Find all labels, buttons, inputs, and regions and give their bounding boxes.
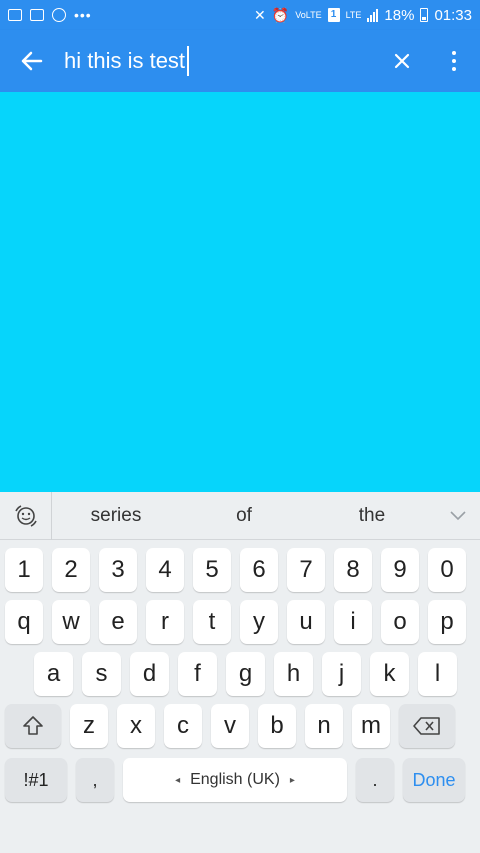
key-e[interactable]: e — [99, 600, 137, 644]
key-d[interactable]: d — [130, 652, 169, 696]
key-b[interactable]: b — [258, 704, 296, 748]
status-bar: ••• ✕ ⏰ VoLTE 1 LTE 18% 01:33 — [0, 0, 480, 30]
key-t[interactable]: t — [193, 600, 231, 644]
key-m[interactable]: m — [352, 704, 390, 748]
more-notifications-icon: ••• — [74, 7, 92, 23]
battery-icon — [420, 8, 429, 22]
search-toolbar: hi this is test — [0, 30, 480, 92]
key-n[interactable]: n — [305, 704, 343, 748]
key-c[interactable]: c — [164, 704, 202, 748]
search-query-text: hi this is test — [64, 48, 186, 73]
suggestion-bar: series of the — [0, 491, 480, 540]
comma-key[interactable]: , — [76, 758, 114, 802]
back-arrow-icon[interactable] — [0, 30, 64, 92]
key-l[interactable]: l — [418, 652, 457, 696]
more-options-icon[interactable] — [428, 30, 480, 92]
clock: 01:33 — [434, 6, 472, 24]
shift-icon — [23, 716, 43, 735]
mute-icon: ✕ — [254, 6, 266, 23]
gallery-icon — [8, 9, 22, 21]
shift-key[interactable] — [5, 704, 61, 748]
key-h[interactable]: h — [274, 652, 313, 696]
letter-row-2: a s d f g h j k l — [0, 652, 480, 696]
text-cursor — [187, 46, 190, 76]
done-key[interactable]: Done — [403, 758, 465, 802]
key-0[interactable]: 0 — [428, 548, 466, 592]
number-row: 1 2 3 4 5 6 7 8 9 0 — [0, 548, 480, 592]
key-p[interactable]: p — [428, 600, 466, 644]
key-8[interactable]: 8 — [334, 548, 372, 592]
space-key[interactable]: ◂ English (UK) ▸ — [123, 758, 347, 802]
key-w[interactable]: w — [52, 600, 90, 644]
key-j[interactable]: j — [322, 652, 361, 696]
soft-keyboard: series of the 1 2 3 4 5 6 7 8 9 0 q w e … — [0, 491, 480, 853]
sync-icon — [52, 8, 66, 22]
volte-indicator: VoLTE — [295, 9, 322, 20]
language-left-icon: ◂ — [175, 774, 181, 786]
content-area — [0, 92, 480, 492]
key-v[interactable]: v — [211, 704, 249, 748]
key-u[interactable]: u — [287, 600, 325, 644]
signal-icon — [367, 8, 379, 22]
key-s[interactable]: s — [82, 652, 121, 696]
suggestion-3[interactable]: the — [308, 505, 436, 527]
suggestion-2[interactable]: of — [180, 505, 308, 527]
key-1[interactable]: 1 — [5, 548, 43, 592]
key-4[interactable]: 4 — [146, 548, 184, 592]
symbols-key[interactable]: !#1 — [5, 758, 67, 802]
key-6[interactable]: 6 — [240, 548, 278, 592]
bottom-row: !#1 , ◂ English (UK) ▸ . Done — [0, 758, 480, 802]
key-q[interactable]: q — [5, 600, 43, 644]
search-input[interactable]: hi this is test — [64, 41, 376, 81]
key-x[interactable]: x — [117, 704, 155, 748]
key-a[interactable]: a — [34, 652, 73, 696]
clear-icon[interactable] — [376, 30, 428, 92]
emoji-toggle-icon[interactable] — [0, 491, 52, 540]
system-icons: ✕ ⏰ VoLTE 1 LTE 18% 01:33 — [254, 7, 472, 24]
chevron-down-icon[interactable] — [436, 510, 480, 521]
key-2[interactable]: 2 — [52, 548, 90, 592]
key-r[interactable]: r — [146, 600, 184, 644]
key-3[interactable]: 3 — [99, 548, 137, 592]
key-5[interactable]: 5 — [193, 548, 231, 592]
key-k[interactable]: k — [370, 652, 409, 696]
sim-indicator: 1 — [327, 8, 340, 22]
letter-row-1: q w e r t y u i o p — [0, 600, 480, 644]
key-z[interactable]: z — [70, 704, 108, 748]
battery-percent: 18% — [384, 6, 415, 24]
language-right-icon: ▸ — [289, 774, 295, 786]
key-9[interactable]: 9 — [381, 548, 419, 592]
key-7[interactable]: 7 — [287, 548, 325, 592]
backspace-icon — [413, 717, 440, 735]
letter-row-3: z x c v b n m — [0, 704, 480, 748]
lte-indicator: LTE — [345, 9, 362, 20]
alarm-icon: ⏰ — [271, 6, 290, 23]
suggestion-1[interactable]: series — [52, 505, 180, 527]
key-i[interactable]: i — [334, 600, 372, 644]
space-key-label: English (UK) — [190, 771, 280, 788]
key-f[interactable]: f — [178, 652, 217, 696]
calendar-icon — [30, 9, 44, 21]
notification-icons: ••• — [8, 7, 92, 23]
key-y[interactable]: y — [240, 600, 278, 644]
key-o[interactable]: o — [381, 600, 419, 644]
backspace-key[interactable] — [399, 704, 455, 748]
period-key[interactable]: . — [356, 758, 394, 802]
key-g[interactable]: g — [226, 652, 265, 696]
